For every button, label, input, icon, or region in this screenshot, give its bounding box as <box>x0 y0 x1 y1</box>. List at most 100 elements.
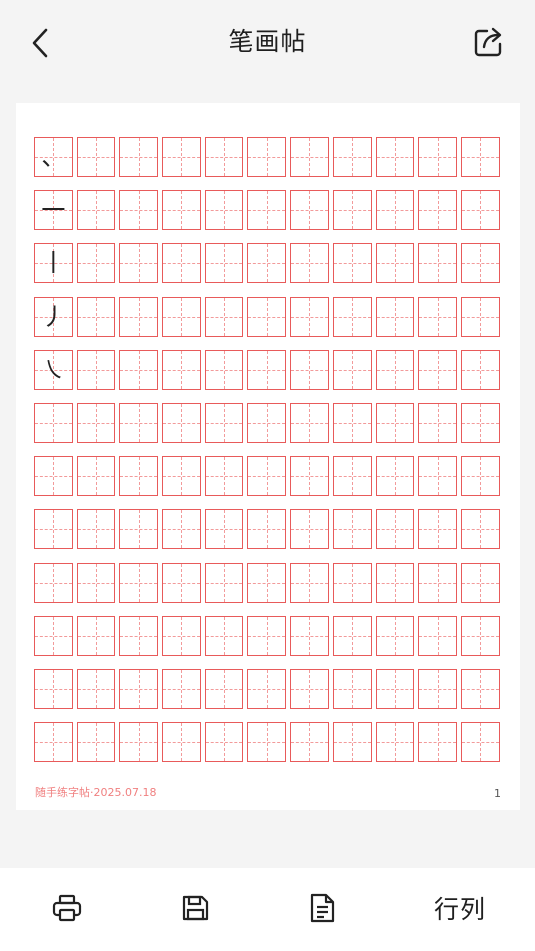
tian-grid-cell <box>418 456 457 497</box>
document-button[interactable] <box>305 888 339 928</box>
share-button[interactable] <box>471 24 507 60</box>
tian-grid-cell <box>375 615 415 656</box>
tian-grid-cell: 一 <box>34 190 73 231</box>
tian-grid-cell <box>332 349 372 390</box>
tian-grid-cell <box>332 456 372 497</box>
tian-grid-cell <box>332 562 372 603</box>
tian-grid-cell <box>418 190 457 231</box>
tian-grid-cell <box>76 402 116 443</box>
tian-grid-cell <box>162 296 201 337</box>
tian-grid-cell: 、 <box>34 137 73 177</box>
tian-grid-cell <box>418 296 457 337</box>
tian-grid-cell <box>247 668 287 709</box>
tian-grid-cell <box>290 668 329 709</box>
tian-grid-cell <box>204 562 244 603</box>
tian-grid-cell <box>76 243 116 284</box>
tian-grid-cell <box>375 190 415 231</box>
rows-columns-button[interactable]: 行列 <box>430 888 490 928</box>
tian-grid-cell <box>375 243 415 284</box>
tian-grid-cell <box>460 509 500 550</box>
grid-row <box>34 402 504 445</box>
tian-grid-cell <box>418 509 457 550</box>
tian-grid-cell <box>332 402 372 443</box>
tian-grid-cell <box>119 190 159 231</box>
print-button[interactable] <box>50 888 84 928</box>
grid-row <box>34 668 504 711</box>
tian-grid-cell <box>162 615 201 656</box>
printer-icon <box>52 894 82 922</box>
tian-grid-cell <box>34 668 73 709</box>
sheet-footer-text: 随手练字帖·2025.07.18 <box>35 786 157 799</box>
tian-grid-cell <box>162 402 201 443</box>
tian-grid-cell: ㇏ <box>34 349 73 390</box>
tian-grid-cell <box>418 402 457 443</box>
tian-grid-cell <box>460 296 500 337</box>
tian-grid-cell <box>247 562 287 603</box>
tian-grid-cell <box>76 722 116 763</box>
tian-grid-cell <box>247 402 287 443</box>
floppy-disk-icon <box>182 895 209 921</box>
share-icon <box>474 27 502 57</box>
tian-grid-cell: 丿 <box>34 296 73 337</box>
page-title: 笔画帖 <box>228 27 307 56</box>
tian-grid-cell <box>247 722 287 763</box>
tian-grid-cell <box>76 562 116 603</box>
tian-grid-cell <box>332 243 372 284</box>
tian-grid-cell <box>204 668 244 709</box>
tian-grid-cell <box>375 137 415 177</box>
tian-grid-cell <box>119 615 159 656</box>
tian-grid-cell <box>290 137 329 177</box>
tian-grid-cell <box>204 615 244 656</box>
tian-grid-cell <box>34 402 73 443</box>
tian-grid-cell <box>290 562 329 603</box>
tian-grid-cell <box>375 296 415 337</box>
top-app-bar: 笔画帖 <box>0 0 535 88</box>
rows-columns-label: 行列 <box>433 895 486 924</box>
tian-grid-cell <box>418 349 457 390</box>
tian-grid-cell <box>204 190 244 231</box>
tian-grid-cell <box>162 509 201 550</box>
tian-grid-cell: 丨 <box>34 243 73 284</box>
grid-row <box>34 509 504 551</box>
tian-grid-cell <box>204 349 244 390</box>
tian-grid-cell <box>119 722 159 763</box>
stroke-sample: 丨 <box>41 249 66 278</box>
tian-grid-cell <box>76 509 116 550</box>
tian-grid-cell <box>119 562 159 603</box>
tian-grid-cell <box>375 402 415 443</box>
tian-grid-cell <box>290 349 329 390</box>
tian-grid-cell <box>460 349 500 390</box>
tian-grid-cell <box>76 668 116 709</box>
document-icon <box>310 893 335 923</box>
tian-grid-cell <box>460 243 500 284</box>
tian-grid-cell <box>247 137 287 177</box>
tian-grid-cell <box>119 243 159 284</box>
tian-grid-cell <box>375 722 415 763</box>
bottom-toolbar: 行列 <box>0 868 535 951</box>
tian-grid-cell <box>375 562 415 603</box>
grid-row <box>34 615 504 658</box>
tian-grid-cell <box>76 349 116 390</box>
save-button[interactable] <box>178 888 212 928</box>
tian-grid-cell <box>76 456 116 497</box>
tian-grid-cell <box>418 668 457 709</box>
tian-grid-cell <box>332 509 372 550</box>
tian-grid-cell <box>460 137 500 177</box>
practice-sheet: 、一丨丿㇏ 随手练字帖·2025.07.18 1 <box>16 103 520 810</box>
tian-grid-cell <box>34 722 73 763</box>
tian-grid-cell <box>290 243 329 284</box>
tian-grid-cell <box>290 296 329 337</box>
tian-grid-cell <box>119 456 159 497</box>
tian-grid-cell <box>119 137 159 177</box>
stroke-sample: 一 <box>41 196 66 225</box>
tian-grid-cell <box>332 615 372 656</box>
tian-grid-cell <box>290 456 329 497</box>
tian-grid-cell <box>375 456 415 497</box>
tian-grid-cell <box>247 615 287 656</box>
tian-grid-cell <box>76 615 116 656</box>
tian-grid-cell <box>162 562 201 603</box>
tian-grid-cell <box>204 456 244 497</box>
tian-grid-cell <box>375 509 415 550</box>
tian-grid-cell <box>290 615 329 656</box>
grid-row <box>34 456 504 498</box>
